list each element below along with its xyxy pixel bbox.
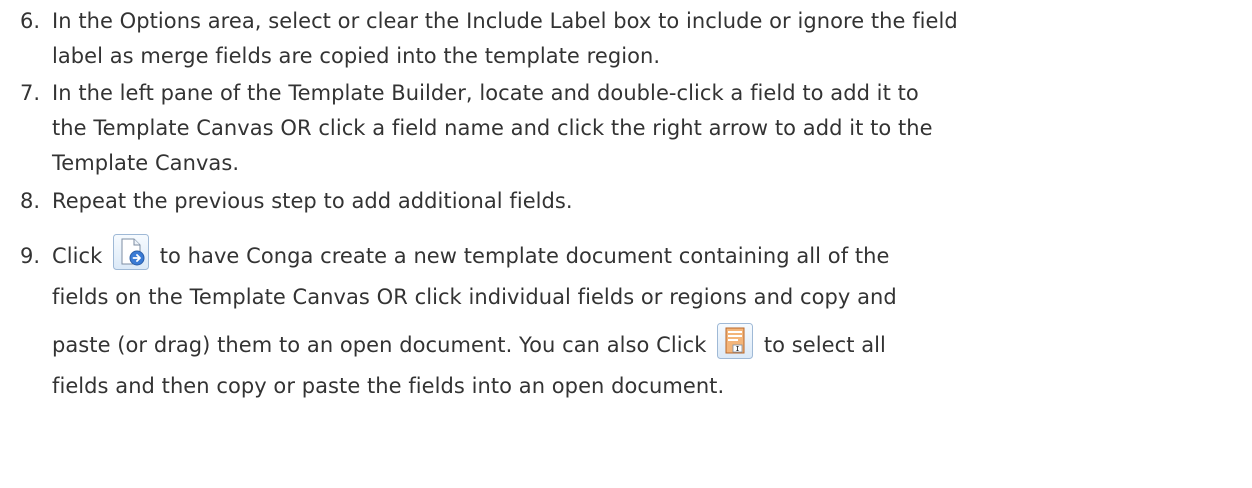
- step-text-line: Click to have Conga create a new templat…: [52, 232, 1252, 280]
- step-8: 8. Repeat the previous step to add addit…: [20, 184, 1252, 219]
- step-text-line: label as merge fields are copied into th…: [52, 44, 661, 68]
- select-all-fields-icon: [717, 323, 754, 359]
- step-number: 8.: [20, 189, 41, 213]
- step-text-line: Template Canvas.: [52, 151, 240, 175]
- step-text-line: Repeat the previous step to add addition…: [52, 189, 573, 213]
- step-6: 6. In the Options area, select or clear …: [20, 4, 1252, 74]
- step-number: 9.: [20, 244, 41, 268]
- new-template-document-icon: [113, 234, 150, 270]
- step-text-line: paste (or drag) them to an open document…: [52, 321, 1252, 369]
- step-7: 7. In the left pane of the Template Buil…: [20, 76, 1252, 181]
- step-text-line: In the Options area, select or clear the…: [52, 9, 958, 33]
- step-text-fragment: to have Conga create a new template docu…: [159, 244, 890, 268]
- instruction-steps: 6. In the Options area, select or clear …: [20, 0, 1252, 404]
- step-text-line: the Template Canvas OR click a field nam…: [52, 116, 933, 140]
- step-9: 9. Click to have Conga create a new temp…: [20, 232, 1252, 404]
- step-text-fragment: paste (or drag) them to an open document…: [52, 333, 707, 357]
- step-text-fragment: to select all: [763, 333, 886, 357]
- step-number: 7.: [20, 81, 41, 105]
- step-text-line: fields on the Template Canvas OR click i…: [52, 285, 897, 309]
- step-number: 6.: [20, 9, 41, 33]
- step-text-line: fields and then copy or paste the fields…: [52, 374, 725, 398]
- step-text-line: In the left pane of the Template Builder…: [52, 81, 919, 105]
- step-text-fragment: Click: [52, 244, 103, 268]
